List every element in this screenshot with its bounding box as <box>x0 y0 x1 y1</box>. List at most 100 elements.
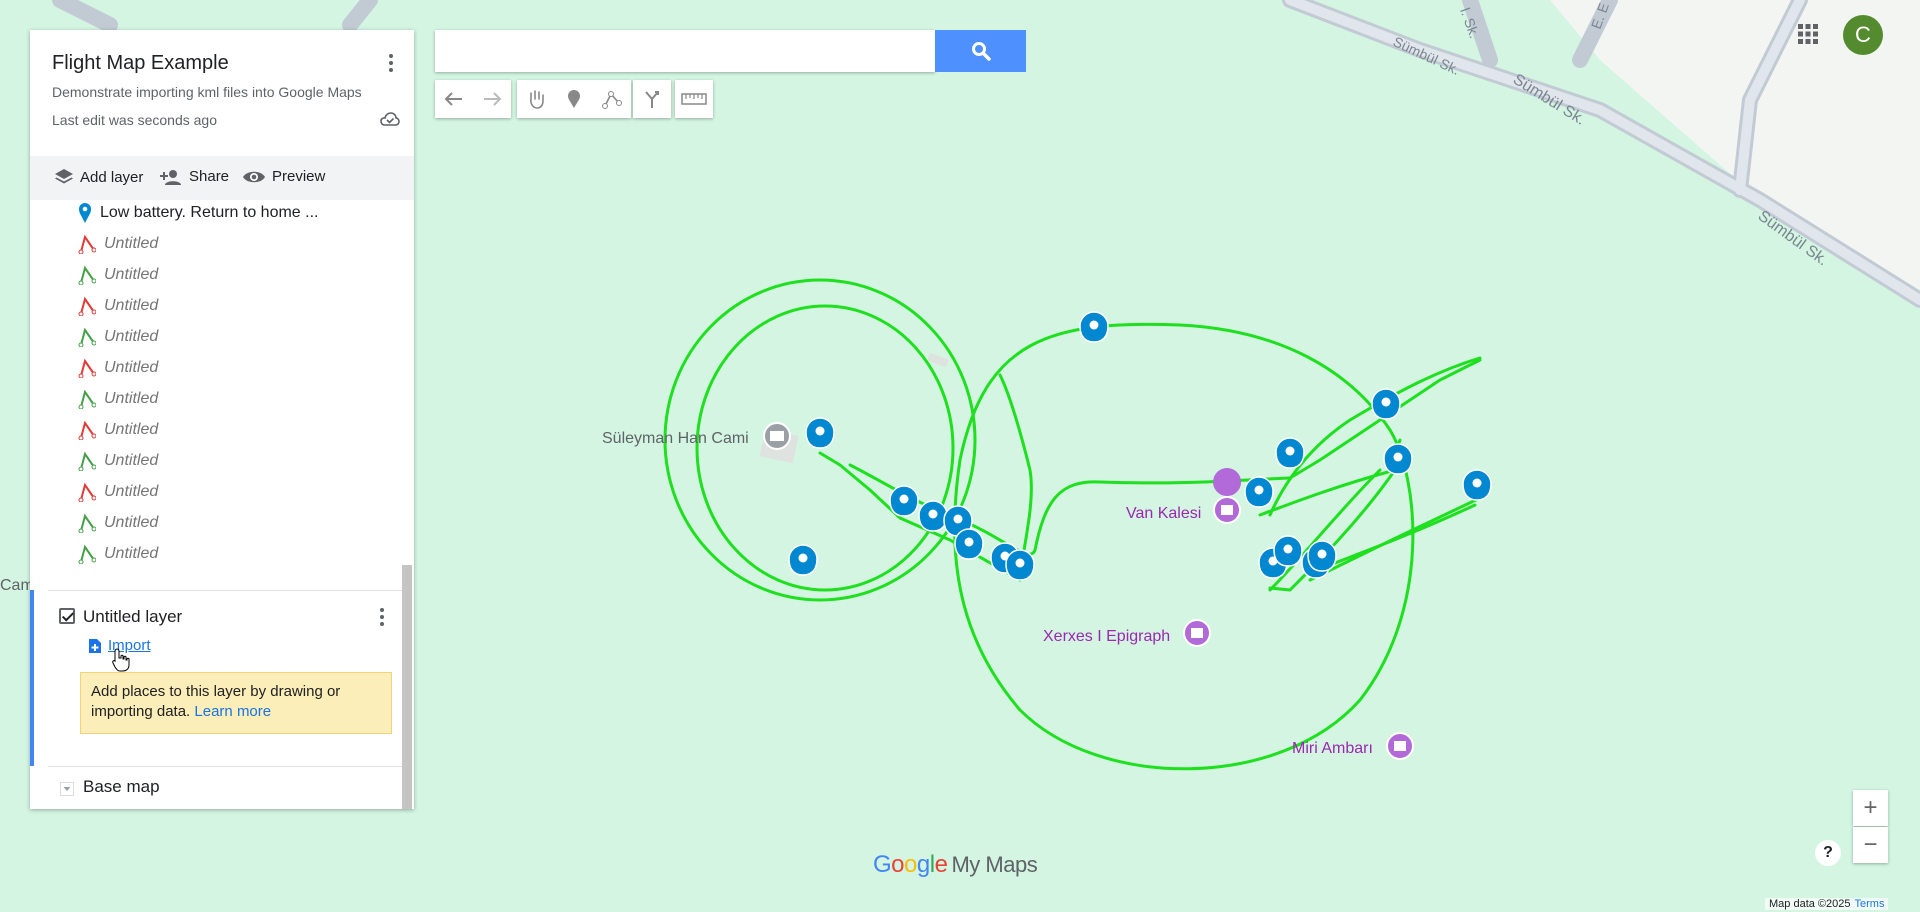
map-description[interactable]: Demonstrate importing kml files into Goo… <box>52 84 362 100</box>
map-label-cam: Cam <box>0 577 34 594</box>
redo-icon <box>484 92 502 106</box>
list-item[interactable]: Untitled <box>78 262 158 288</box>
panel-scrollbar[interactable] <box>402 565 412 809</box>
placemark-pin[interactable] <box>918 500 948 532</box>
list-item[interactable]: Untitled <box>78 510 158 536</box>
list-item[interactable]: Untitled <box>78 541 158 567</box>
layer-visibility-checkbox[interactable] <box>59 608 75 624</box>
drawing-tools <box>517 80 631 118</box>
terms-link[interactable]: Terms <box>1855 898 1885 910</box>
line-icon <box>78 234 96 254</box>
placemark-pin[interactable] <box>1383 443 1413 475</box>
layer-options-menu-icon[interactable] <box>379 608 385 630</box>
apps-grid-icon <box>1798 24 1818 44</box>
add-layer-button[interactable]: Add layer <box>54 168 143 186</box>
directions-icon <box>645 91 659 108</box>
add-person-icon <box>160 169 181 185</box>
add-layer-label: Add layer <box>80 168 144 186</box>
account-avatar[interactable]: C <box>1843 15 1883 55</box>
list-item-label: Low battery. Return to home ... <box>100 204 319 221</box>
draw-line-icon <box>602 91 622 109</box>
list-item[interactable]: Untitled <box>78 231 158 257</box>
placemark-pin[interactable] <box>788 544 818 576</box>
map-title[interactable]: Flight Map Example <box>52 52 229 75</box>
list-item-label: Untitled <box>104 483 159 500</box>
placemark-pin[interactable] <box>954 528 984 560</box>
placemark-pin[interactable] <box>1371 388 1401 420</box>
list-item-label: Untitled <box>104 514 159 531</box>
measure-tool-group <box>675 80 713 118</box>
google-my-maps-logo: Google My Maps <box>873 851 1038 879</box>
active-layer-indicator <box>30 590 34 766</box>
line-icon <box>78 358 96 378</box>
apps-button[interactable] <box>1798 24 1818 49</box>
poi-label-granary: Miri Ambarı <box>1292 740 1373 757</box>
list-item-label: Untitled <box>104 452 159 469</box>
placemark-pin[interactable] <box>1275 437 1305 469</box>
ruler-icon <box>681 93 707 105</box>
list-item[interactable]: Low battery. Return to home ... <box>78 200 318 226</box>
zoom-in-button[interactable]: + <box>1853 790 1888 826</box>
line-icon <box>78 513 96 533</box>
placemark-pin[interactable] <box>1273 535 1303 567</box>
import-file-icon <box>89 638 101 653</box>
preview-button[interactable]: Preview <box>242 168 325 185</box>
panel-toolbar: Add layer Share Preview <box>30 156 414 200</box>
placemark-pin[interactable] <box>1244 476 1274 508</box>
eye-icon <box>243 171 265 182</box>
add-marker-tool[interactable] <box>555 80 593 118</box>
marker-icon <box>568 90 580 108</box>
placemark-pin[interactable] <box>889 485 919 517</box>
undo-button[interactable] <box>435 80 473 118</box>
share-button[interactable]: Share <box>159 168 229 185</box>
list-item-label: Untitled <box>104 359 159 376</box>
list-item[interactable]: Untitled <box>78 417 158 443</box>
search-input[interactable] <box>435 30 935 72</box>
search-icon <box>971 42 991 61</box>
map-options-menu-icon[interactable] <box>388 54 394 76</box>
list-item[interactable]: Untitled <box>78 479 158 505</box>
line-icon <box>78 265 96 285</box>
redo-button[interactable] <box>473 80 511 118</box>
layer-name[interactable]: Untitled layer <box>83 607 182 627</box>
placemark-pin[interactable] <box>1079 311 1109 343</box>
placemark-pin[interactable] <box>1307 540 1337 572</box>
line-icon <box>78 451 96 471</box>
cloud-saved-icon <box>380 112 400 126</box>
list-item[interactable]: Untitled <box>78 324 158 350</box>
list-item-label: Untitled <box>104 328 159 345</box>
line-icon <box>78 327 96 347</box>
list-item-label: Untitled <box>104 390 159 407</box>
directions-tool[interactable] <box>633 80 671 118</box>
search-button[interactable] <box>935 30 1026 72</box>
list-item[interactable]: Untitled <box>78 355 158 381</box>
google-wordmark: Google <box>873 851 948 878</box>
divider <box>48 766 412 767</box>
line-icon <box>78 296 96 316</box>
placemark-pin[interactable] <box>1462 469 1492 501</box>
list-item[interactable]: Untitled <box>78 293 158 319</box>
last-edit-status: Last edit was seconds ago <box>52 112 217 128</box>
poi-label-mosque: Süleyman Han Cami <box>602 430 749 447</box>
line-icon <box>78 389 96 409</box>
divider <box>48 590 412 591</box>
help-button[interactable]: ? <box>1815 840 1841 866</box>
placemark-icon <box>79 203 91 223</box>
base-map-label[interactable]: Base map <box>83 777 160 797</box>
zoom-out-button[interactable]: − <box>1853 827 1888 863</box>
placemark-pin[interactable] <box>805 417 835 449</box>
placemark-pin[interactable] <box>1005 549 1035 581</box>
pan-tool[interactable] <box>517 80 555 118</box>
base-map-expand-icon[interactable] <box>60 782 74 796</box>
list-item[interactable]: Untitled <box>78 386 158 412</box>
map-attribution: Map data ©2025 Terms <box>1765 898 1889 910</box>
learn-more-link[interactable]: Learn more <box>194 703 271 720</box>
line-icon <box>78 420 96 440</box>
draw-line-tool[interactable] <box>593 80 631 118</box>
poi-label-castle: Van Kalesi <box>1126 505 1201 522</box>
directions-tool-group <box>633 80 671 118</box>
hand-cursor-icon <box>112 648 130 672</box>
measure-tool[interactable] <box>675 80 713 118</box>
list-item[interactable]: Untitled <box>78 448 158 474</box>
history-tools <box>435 80 511 118</box>
